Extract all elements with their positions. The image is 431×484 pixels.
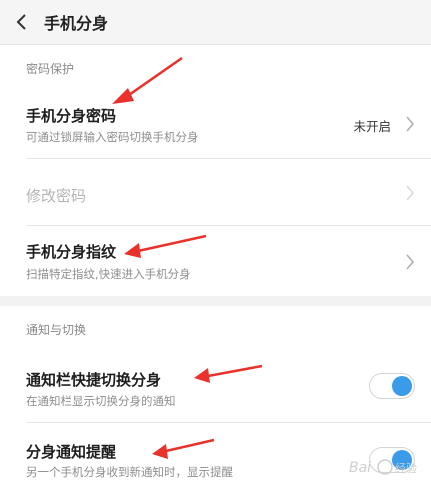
row-quick-switch[interactable]: 通知栏快捷切换分身 在通知栏显示切换分身的通知 xyxy=(0,350,431,422)
row-subtitle: 另一个手机分身收到新通知时，显示提醒 xyxy=(26,465,233,479)
toggle-knob xyxy=(392,376,412,396)
section-gap xyxy=(0,296,431,306)
status-value: 未开启 xyxy=(353,119,391,134)
back-button[interactable] xyxy=(0,0,44,44)
row-subtitle: 扫描特定指纹,快速进入手机分身 xyxy=(26,267,191,281)
svg-text:经验: 经验 xyxy=(395,461,417,475)
title-bar: 手机分身 xyxy=(0,0,431,45)
row-title: 通知栏快捷切换分身 xyxy=(26,371,162,389)
row-clone-fingerprint[interactable]: 手机分身指纹 扫描特定指纹,快速进入手机分身 xyxy=(0,226,431,296)
chevron-right-icon xyxy=(406,116,415,132)
quick-switch-toggle[interactable] xyxy=(369,373,415,399)
svg-text:Bai: Bai xyxy=(349,460,371,476)
chevron-left-icon xyxy=(16,14,26,30)
baidu-watermark-logo: Bai 经验 xyxy=(349,459,417,476)
row-subtitle: 可通过锁屏输入密码切换手机分身 xyxy=(26,130,199,144)
row-title: 手机分身密码 xyxy=(26,107,117,125)
page-title: 手机分身 xyxy=(44,14,109,33)
chevron-right-icon xyxy=(406,254,415,270)
section-label-password: 密码保护 xyxy=(26,62,75,76)
row-title: 修改密码 xyxy=(26,187,87,205)
row-change-password[interactable]: 修改密码 xyxy=(0,159,431,225)
row-title: 手机分身指纹 xyxy=(26,243,117,261)
row-subtitle: 在通知栏显示切换分身的通知 xyxy=(26,394,176,408)
row-clone-password[interactable]: 手机分身密码 可通过锁屏输入密码切换手机分身 未开启 xyxy=(0,90,431,158)
row-title: 分身通知提醒 xyxy=(26,443,117,461)
chevron-right-icon xyxy=(406,185,415,201)
section-label-notify: 通知与切换 xyxy=(26,323,87,337)
